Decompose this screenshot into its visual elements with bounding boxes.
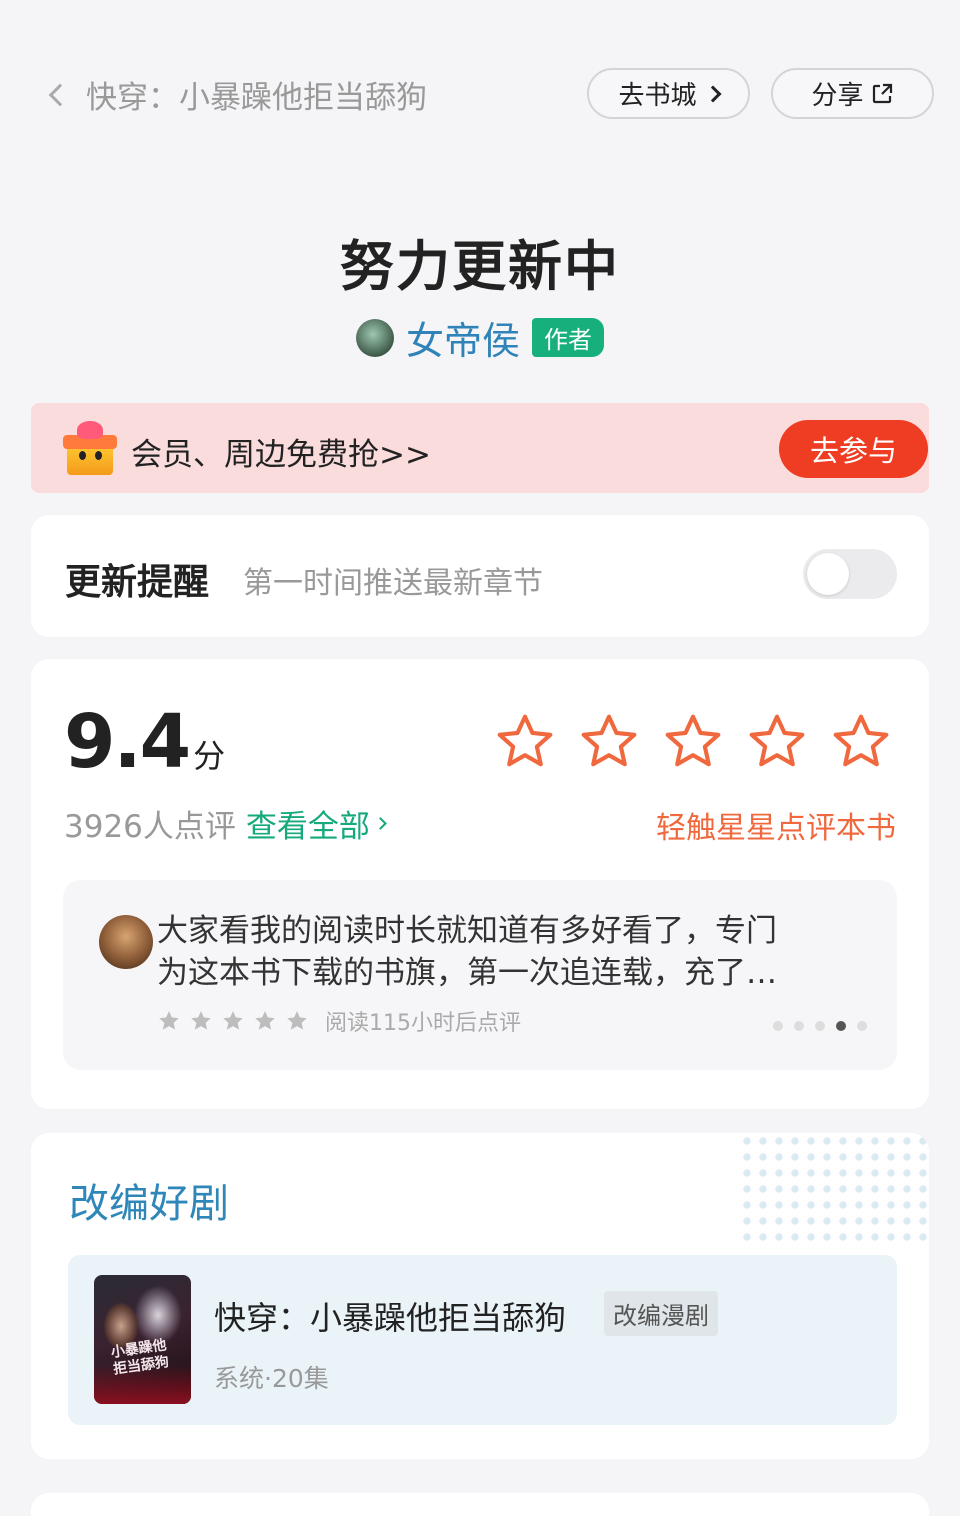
drama-section-title: 改编好剧: [69, 1181, 229, 1227]
decorative-dot-pattern: [739, 1133, 929, 1243]
gift-icon: [61, 421, 117, 477]
back-button[interactable]: 快穿：小暴躁他拒当舔狗: [44, 72, 427, 117]
see-all-link[interactable]: 查看全部: [246, 801, 370, 846]
review-count-row: 3926人点评 查看全部: [64, 801, 387, 846]
author-name: 女帝侯: [405, 319, 520, 363]
store-button-label: 去书城: [618, 81, 697, 111]
drama-name: 快穿：小暴躁他拒当舔狗: [214, 1299, 567, 1337]
star-outline-icon[interactable]: [662, 711, 724, 773]
drama-poster: 小暴躁他 拒当舔狗: [94, 1275, 191, 1404]
star-filled-icon: [159, 1011, 179, 1030]
chevron-left-icon: [48, 83, 72, 106]
carousel-dot: [857, 1021, 867, 1031]
author-row[interactable]: 女帝侯 作者: [0, 310, 960, 365]
star-filled-icon: [255, 1011, 275, 1030]
review-line: 大家看我的阅读时长就知道有多好看了，专门: [157, 913, 777, 949]
promo-text: 会员、周边免费抢>>: [131, 437, 431, 473]
go-to-store-button[interactable]: 去书城: [587, 68, 750, 119]
join-button[interactable]: 去参与: [779, 420, 928, 478]
review-note: 阅读115小时后点评: [325, 1011, 521, 1036]
adapted-drama-card: 改编好剧 小暴躁他 拒当舔狗 快穿：小暴躁他拒当舔狗 改编漫剧 系统·20集: [31, 1133, 929, 1459]
star-outline-icon[interactable]: [494, 711, 556, 773]
chevron-right-icon: [704, 85, 721, 102]
score-value: 9.4: [64, 699, 191, 785]
share-icon: [872, 83, 892, 103]
review-meta: 阅读115小时后点评: [157, 1005, 521, 1037]
star-outline-icon[interactable]: [830, 711, 892, 773]
share-button-label: 分享: [811, 81, 864, 111]
author-avatar: [355, 318, 394, 357]
score-unit: 分: [193, 737, 226, 775]
reminder-subtitle: 第一时间推送最新章节: [243, 566, 543, 601]
carousel-dots: [773, 1021, 867, 1031]
star-outline-icon[interactable]: [746, 711, 808, 773]
author-badge: 作者: [532, 318, 604, 357]
toggle-knob: [807, 553, 849, 595]
review-carousel[interactable]: 大家看我的阅读时长就知道有多好看了，专门 为这本书下载的书旗，第一次追连载，充了…: [63, 880, 897, 1070]
drama-item[interactable]: 小暴躁他 拒当舔狗 快穿：小暴躁他拒当舔狗 改编漫剧 系统·20集: [68, 1255, 897, 1425]
star-filled-icon: [287, 1011, 307, 1030]
star-filled-icon: [191, 1011, 211, 1030]
reviewer-avatar: [99, 915, 153, 969]
rating-card: 9.4 分 3926人点评 查看全部 轻触星星点评本书 大家看我的阅读时长就知道…: [31, 659, 929, 1109]
reminder-title: 更新提醒: [65, 562, 210, 603]
update-status-title: 努力更新中: [340, 234, 620, 298]
review-stars: [157, 1009, 309, 1033]
book-title-header: 快穿：小暴躁他拒当舔狗: [86, 80, 427, 116]
star-filled-icon: [223, 1011, 243, 1030]
review-text: 大家看我的阅读时长就知道有多好看了，专门 为这本书下载的书旗，第一次追连载，充了…: [157, 910, 857, 994]
carousel-dot: [773, 1021, 783, 1031]
tap-to-rate-hint[interactable]: 轻触星星点评本书: [656, 803, 896, 847]
carousel-dot: [836, 1021, 846, 1031]
carousel-dot: [815, 1021, 825, 1031]
star-outline-icon[interactable]: [578, 711, 640, 773]
rate-stars[interactable]: [494, 711, 892, 773]
carousel-dot: [794, 1021, 804, 1031]
review-count: 3926人点评: [64, 809, 236, 845]
update-reminder-card: 更新提醒 第一时间推送最新章节: [31, 515, 929, 637]
next-card: [31, 1493, 929, 1516]
drama-tag: 改编漫剧: [604, 1291, 718, 1336]
drama-meta: 系统·20集: [214, 1364, 329, 1393]
share-button[interactable]: 分享: [771, 68, 934, 119]
promo-banner[interactable]: 会员、周边免费抢>> 去参与: [31, 403, 929, 493]
reminder-toggle[interactable]: [803, 549, 897, 599]
review-line: 为这本书下载的书旗，第一次追连载，充了…: [157, 955, 777, 991]
score: 9.4 分: [64, 699, 225, 785]
chevron-right-icon: [374, 817, 387, 830]
